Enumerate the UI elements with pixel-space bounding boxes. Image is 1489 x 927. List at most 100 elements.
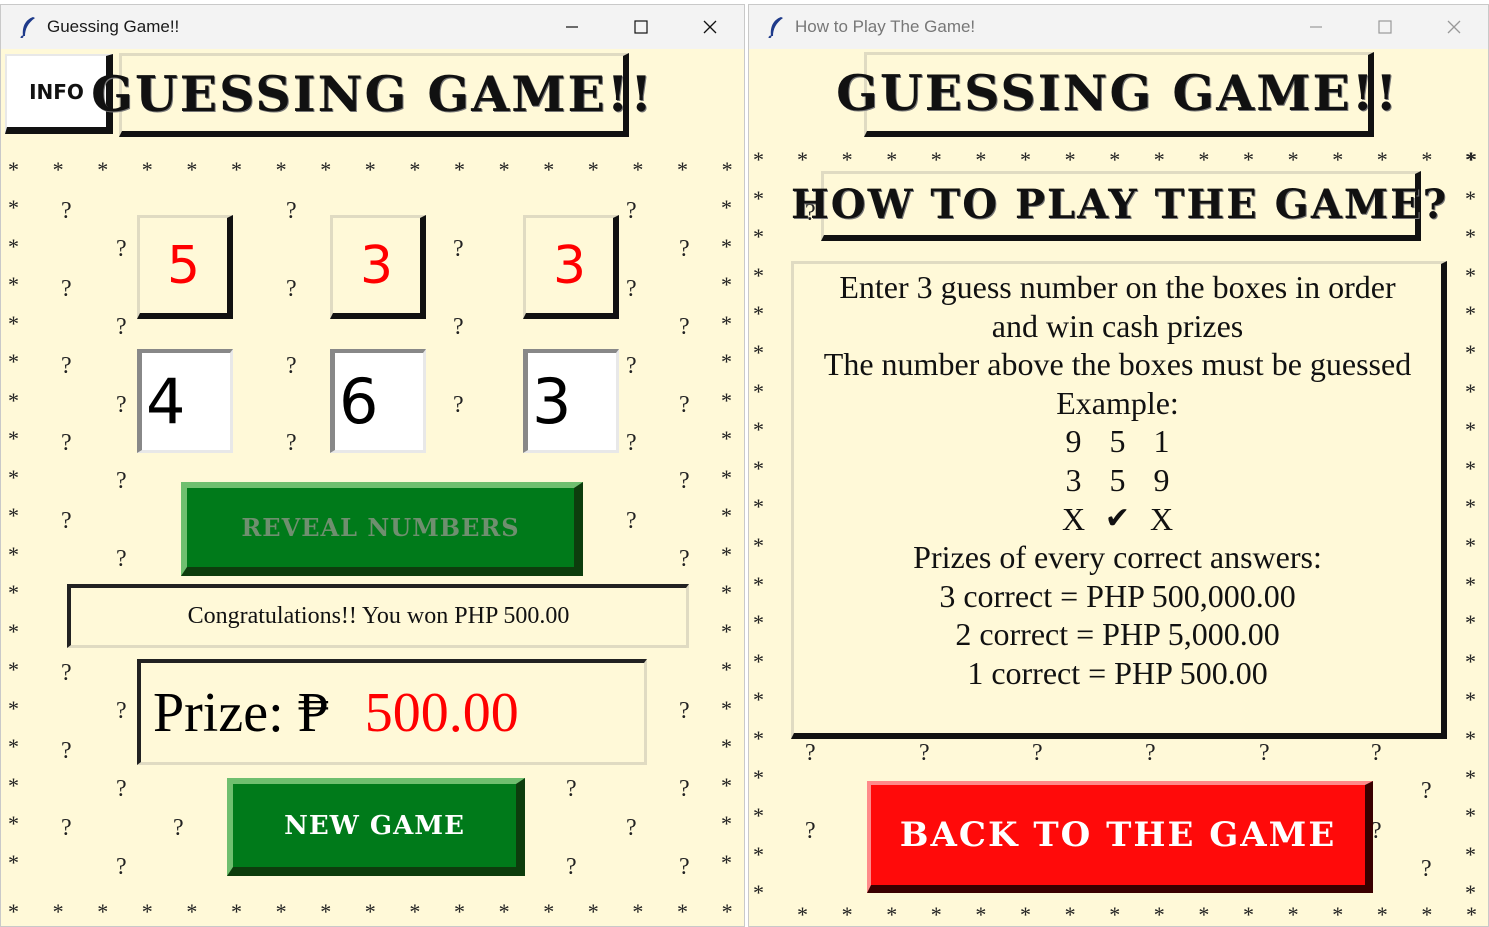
prize-1-correct: 1 correct = PHP 500.00 (967, 654, 1268, 691)
window-title: How to Play The Game! (795, 17, 976, 36)
asterisk-decoration: * (1287, 902, 1299, 926)
close-button[interactable] (1419, 5, 1488, 49)
asterisk-decoration: * (97, 899, 109, 924)
asterisk-decoration: * (677, 157, 688, 182)
asterisk-decoration: * (753, 880, 764, 906)
asterisk-decoration: * (1465, 301, 1476, 327)
question-mark-decoration: ? (1371, 740, 1382, 766)
asterisk-decoration: * (8, 272, 19, 297)
question-mark-decoration: ? (286, 353, 297, 379)
asterisk-decoration: * (930, 902, 942, 926)
asterisk-decoration: * (52, 899, 64, 924)
question-mark-decoration: ? (919, 740, 930, 766)
how-to-play-title: HOW TO PLAY THE GAME? (790, 181, 1449, 228)
question-mark-decoration: ? (61, 815, 72, 841)
question-mark-decoration: ? (626, 815, 637, 841)
question-mark-decoration: ? (805, 818, 816, 844)
example-cell: 1 (1153, 423, 1170, 460)
asterisk-decoration: * (1109, 902, 1121, 926)
asterisk-decoration: * (1466, 902, 1477, 926)
asterisk-decoration: * (1465, 185, 1476, 211)
asterisk-decoration: * (841, 902, 853, 926)
asterisk-decoration: * (1287, 147, 1299, 172)
guess-input-3[interactable]: 3 (523, 349, 619, 453)
example-cell: 5 (1109, 461, 1126, 498)
asterisk-decoration: * (97, 157, 109, 182)
asterisk-decoration: * (1421, 902, 1433, 926)
guess-input-1[interactable]: 4 (137, 349, 233, 453)
title-bar[interactable]: Guessing Game!! (1, 5, 744, 49)
question-mark-decoration: ? (286, 430, 297, 456)
asterisk-decoration: * (721, 899, 733, 924)
asterisk-decoration: * (1421, 147, 1433, 172)
asterisk-decoration: * (753, 610, 764, 636)
back-to-game-button[interactable]: BACK TO THE GAME (867, 781, 1373, 893)
question-mark-decoration: ? (626, 508, 637, 534)
asterisk-decoration: * (8, 464, 19, 490)
asterisk-decoration: * (753, 648, 764, 674)
asterisk-decoration: * (753, 340, 764, 365)
question-mark-decoration: ? (286, 198, 297, 224)
asterisk-decoration: * (721, 580, 732, 605)
asterisk-decoration: * (498, 157, 510, 182)
minimize-button[interactable] (537, 5, 606, 49)
asterisk-decoration: * (753, 726, 764, 751)
asterisk-decoration: * (1465, 340, 1476, 365)
checkmark-icon: ✔ (1104, 500, 1131, 536)
close-button[interactable] (675, 5, 744, 49)
asterisk-decoration: * (1465, 494, 1476, 520)
question-mark-decoration: ? (61, 508, 72, 534)
guess-input-2[interactable]: 6 (330, 349, 426, 453)
example-row-guess: 3 5 9 (1052, 461, 1184, 500)
asterisk-decoration: * (1465, 880, 1476, 906)
asterisk-decoration: * (1465, 803, 1476, 829)
question-mark-decoration: ? (679, 776, 690, 802)
asterisk-decoration: * (141, 899, 153, 924)
question-mark-decoration: ? (61, 660, 72, 686)
asterisk-decoration: * (1465, 841, 1476, 867)
hidden-number-1: 5 (137, 215, 233, 319)
asterisk-decoration: * (753, 687, 764, 713)
prize-3-correct: 3 correct = PHP 500,000.00 (939, 577, 1296, 614)
asterisk-decoration: * (1465, 648, 1476, 674)
asterisk-decoration: * (930, 147, 942, 172)
asterisk-decoration: * (1465, 687, 1476, 713)
asterisk-decoration: * (1153, 147, 1165, 172)
example-cell: X (1149, 500, 1174, 537)
question-mark-decoration: ? (679, 392, 690, 418)
maximize-button[interactable] (1350, 5, 1419, 49)
asterisk-decoration: * (632, 157, 644, 182)
asterisk-decoration: * (721, 349, 732, 374)
question-mark-decoration: ? (116, 776, 127, 802)
example-cell: 9 (1153, 461, 1170, 498)
asterisk-decoration: * (8, 772, 19, 798)
maximize-button[interactable] (606, 5, 675, 49)
example-cell: 3 (1065, 461, 1082, 498)
asterisk-decoration: * (721, 541, 732, 567)
question-mark-decoration: ? (116, 236, 127, 262)
title-bar[interactable]: How to Play The Game! (749, 5, 1488, 49)
question-mark-decoration: ? (61, 198, 72, 224)
asterisk-decoration: * (753, 764, 764, 790)
asterisk-decoration: * (8, 233, 19, 259)
question-mark-decoration: ? (453, 314, 464, 340)
asterisk-decoration: * (1465, 764, 1476, 790)
reveal-numbers-button[interactable]: REVEAL NUMBERS (181, 482, 583, 576)
asterisk-decoration: * (841, 147, 853, 172)
new-game-button[interactable]: NEW GAME (227, 778, 525, 876)
question-mark-decoration: ? (566, 776, 577, 802)
asterisk-decoration: * (543, 899, 555, 924)
minimize-button[interactable] (1281, 5, 1350, 49)
minimize-icon (565, 26, 578, 28)
question-mark-decoration: ? (61, 353, 72, 379)
asterisk-decoration: * (1465, 147, 1476, 172)
asterisk-decoration: * (753, 378, 764, 404)
asterisk-decoration: * (8, 541, 19, 567)
question-mark-decoration: ? (116, 854, 127, 880)
asterisk-decoration: * (8, 657, 19, 682)
asterisk-decoration: * (1332, 902, 1344, 926)
asterisk-decoration: * (753, 147, 764, 172)
prizes-label: Prizes of every correct answers: (913, 539, 1322, 576)
instructions-panel: Enter 3 guess number on the boxes in ord… (791, 261, 1447, 739)
asterisk-decoration: * (721, 618, 732, 644)
